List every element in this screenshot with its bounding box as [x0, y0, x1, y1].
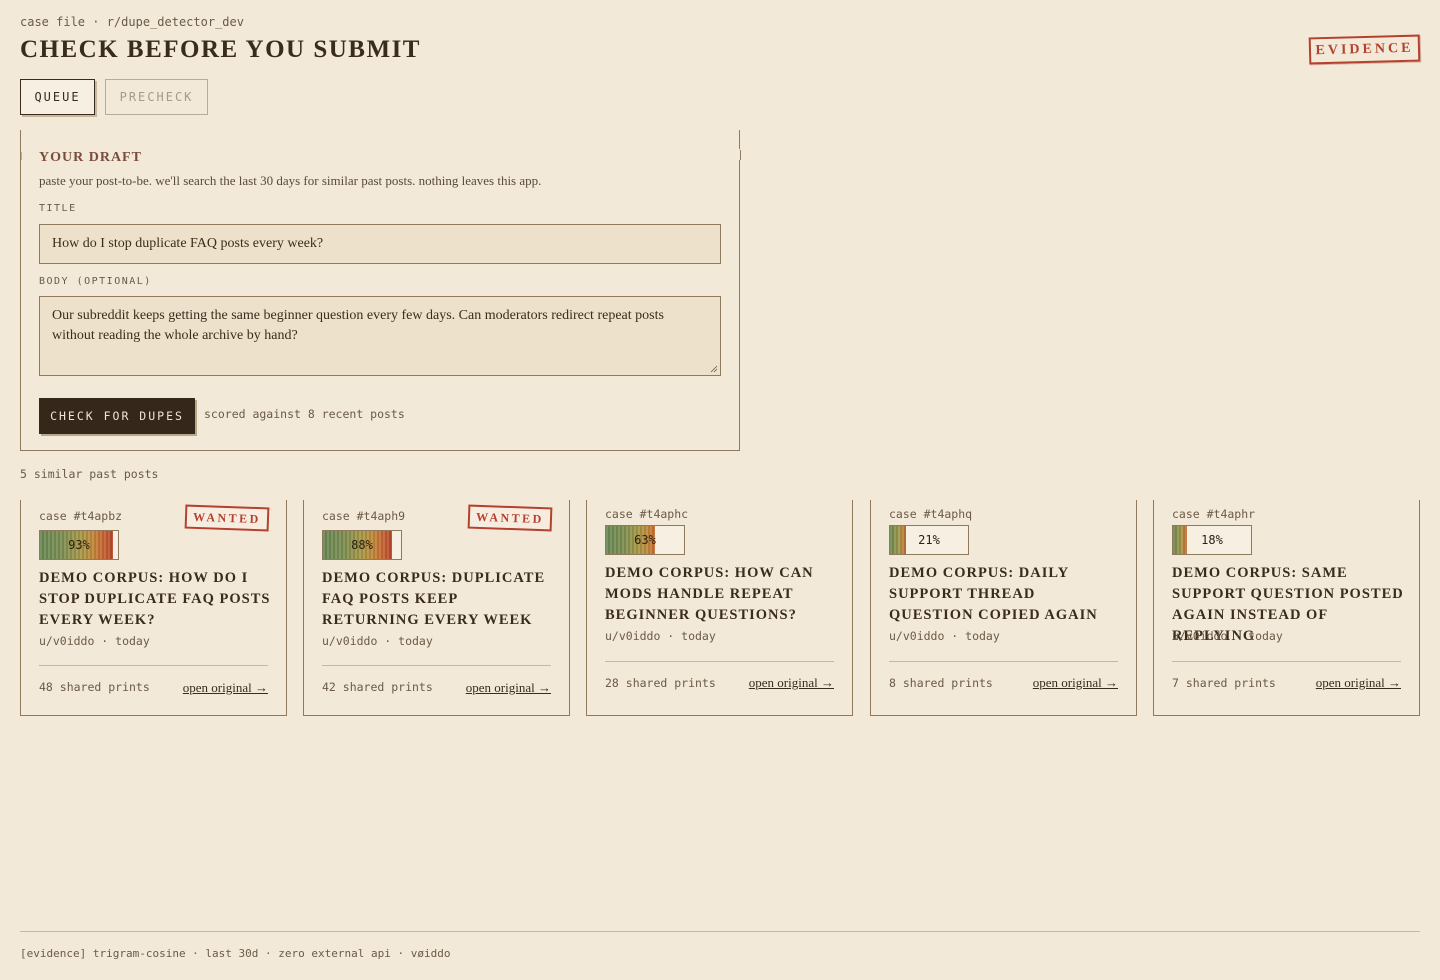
similarity-score: 63% — [634, 533, 656, 547]
check-for-dupes-button[interactable]: CHECK FOR DUPES — [39, 398, 195, 434]
similarity-score: 18% — [1201, 533, 1223, 547]
breadcrumb: case file · r/dupe_detector_dev — [20, 15, 244, 29]
open-original-link[interactable]: open original → — [183, 680, 268, 696]
shared-prints: 48 shared prints — [39, 680, 150, 694]
footer-text: [evidence] trigram-cosine · last 30d · z… — [20, 947, 451, 960]
open-original-link[interactable]: open original → — [749, 675, 834, 691]
card-divider — [39, 665, 268, 666]
footer-divider — [20, 931, 1420, 932]
shared-prints: 8 shared prints — [889, 676, 993, 690]
card-divider — [889, 661, 1118, 662]
evidence-stamp: EVIDENCE — [1308, 34, 1421, 65]
shared-prints: 28 shared prints — [605, 676, 716, 690]
page-title: CHECK BEFORE YOU SUBMIT — [20, 36, 421, 63]
card-title: DEMO CORPUS: HOW CAN MODS HANDLE REPEAT … — [605, 565, 814, 623]
result-card: case #t4aph9 WANTED 88% DEMO CORPUS: DUP… — [303, 500, 570, 716]
card-byline: u/v0iddo · today — [605, 629, 716, 643]
case-id: case #t4aphq — [889, 507, 973, 521]
result-card: case #t4apbz WANTED 93% DEMO CORPUS: HOW… — [20, 500, 287, 716]
similarity-score: 88% — [351, 538, 373, 552]
card-byline: u/v0iddo · today — [1172, 629, 1283, 643]
open-original-link[interactable]: open original → — [466, 680, 551, 696]
card-title: DEMO CORPUS: DUPLICATE FAQ POSTS KEEP RE… — [322, 570, 546, 628]
card-byline: u/v0iddo · today — [39, 634, 150, 648]
similarity-score: 21% — [918, 533, 940, 547]
resize-grip-icon[interactable] — [710, 365, 718, 373]
card-divider — [1172, 661, 1401, 662]
card-byline: u/v0iddo · today — [322, 634, 433, 648]
card-title: DEMO CORPUS: HOW DO I STOP DUPLICATE FAQ… — [39, 570, 271, 628]
case-id: case #t4aphr — [1172, 507, 1256, 521]
wanted-stamp: WANTED — [184, 504, 270, 532]
results-count: 5 similar past posts — [20, 467, 159, 481]
title-label: TITLE — [39, 203, 77, 214]
open-original-link[interactable]: open original → — [1316, 675, 1401, 691]
scored-note: scored against 8 recent posts — [204, 407, 405, 421]
similarity-meter: 93% — [39, 530, 119, 560]
card-divider — [322, 665, 551, 666]
card-divider — [605, 661, 834, 662]
card-title: DEMO CORPUS: DAILY SUPPORT THREAD QUESTI… — [889, 565, 1098, 623]
result-card: case #t4aphq 21% DEMO CORPUS: DAILY SUPP… — [870, 500, 1137, 716]
title-input[interactable]: How do I stop duplicate FAQ posts every … — [39, 224, 721, 264]
wanted-stamp: WANTED — [467, 504, 553, 532]
similarity-meter: 21% — [889, 525, 969, 555]
open-original-link[interactable]: open original → — [1033, 675, 1118, 691]
result-card: case #t4aphr 18% DEMO CORPUS: SAME SUPPO… — [1153, 500, 1420, 716]
case-id: case #t4aphc — [605, 507, 689, 521]
draft-help-text: paste your post-to-be. we'll search the … — [39, 173, 542, 188]
body-label: BODY (OPTIONAL) — [39, 276, 152, 287]
body-textarea[interactable]: Our subreddit keeps getting the same beg… — [39, 296, 721, 376]
draft-heading: YOUR DRAFT — [39, 150, 142, 165]
body-text: Our subreddit keeps getting the same beg… — [52, 308, 664, 343]
shared-prints: 42 shared prints — [322, 680, 433, 694]
card-byline: u/v0iddo · today — [889, 629, 1000, 643]
case-id: case #t4aph9 — [322, 509, 406, 523]
similarity-meter: 63% — [605, 525, 685, 555]
tab-queue[interactable]: QUEUE — [20, 79, 95, 115]
similarity-meter: 18% — [1172, 525, 1252, 555]
similarity-meter: 88% — [322, 530, 402, 560]
shared-prints: 7 shared prints — [1172, 676, 1276, 690]
result-card: case #t4aphc 63% DEMO CORPUS: HOW CAN MO… — [586, 500, 853, 716]
similarity-score: 93% — [68, 538, 90, 552]
case-id: case #t4apbz — [39, 509, 123, 523]
tab-precheck[interactable]: PRECHECK — [105, 79, 208, 115]
